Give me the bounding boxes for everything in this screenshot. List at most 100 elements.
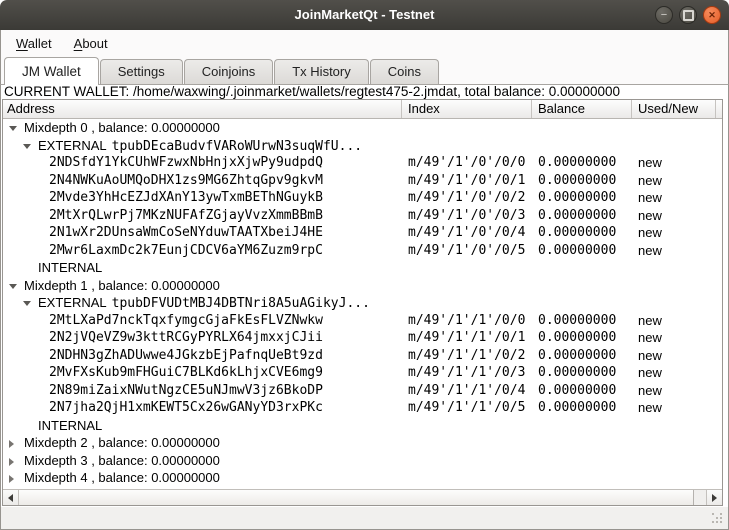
scroll-left-button[interactable] bbox=[3, 490, 19, 505]
index-cell: m/49'/1'/0'/0/1 bbox=[408, 172, 525, 190]
menu-wallet-mnemonic: W bbox=[16, 36, 28, 51]
status-cell: new bbox=[638, 382, 662, 400]
balance-cell: 0.00000000 bbox=[538, 382, 616, 400]
balance-cell: 0.00000000 bbox=[538, 224, 616, 242]
resize-grip-icon[interactable] bbox=[712, 513, 724, 525]
column-header-address[interactable]: Address bbox=[7, 100, 55, 118]
tab-jm-wallet[interactable]: JM Wallet bbox=[4, 57, 99, 85]
status-cell: new bbox=[638, 154, 662, 172]
column-header-index[interactable]: Index bbox=[408, 100, 440, 118]
scroll-right-button[interactable] bbox=[706, 490, 722, 505]
wallet-tree: Address Index Balance Used/New Mixdepth … bbox=[2, 99, 723, 506]
balance-cell: 0.00000000 bbox=[538, 399, 616, 417]
maximize-icon bbox=[683, 10, 694, 21]
tree-row-branch[interactable]: INTERNAL bbox=[3, 417, 722, 435]
branch-xpub: tpubDFVUDtMBJ4DBTNri8A5uAGikyJ... bbox=[112, 296, 370, 311]
menu-about-rest: bout bbox=[82, 36, 107, 51]
index-cell: m/49'/1'/1'/0/1 bbox=[408, 329, 525, 347]
index-cell: m/49'/1'/0'/0/0 bbox=[408, 154, 525, 172]
status-cell: new bbox=[638, 207, 662, 225]
index-cell: m/49'/1'/1'/0/3 bbox=[408, 364, 525, 382]
address-cell: 2N1wXr2DUnsaWmCoSeNYduwTAATXbeiJ4HE bbox=[49, 224, 323, 242]
mixdepth-label: Mixdepth 1 , balance: 0.00000000 bbox=[24, 277, 220, 295]
tree-row-address[interactable]: 2N7jha2QjH1xmKEWT5Cx26wGANyYD3rxPKc m/49'… bbox=[3, 399, 722, 417]
tree-row-mixdepth[interactable]: Mixdepth 3 , balance: 0.00000000 bbox=[3, 452, 722, 470]
tab-settings[interactable]: Settings bbox=[100, 59, 183, 84]
scroll-right-icon bbox=[712, 494, 717, 502]
collapse-arrow-icon[interactable] bbox=[23, 144, 31, 149]
index-cell: m/49'/1'/1'/0/5 bbox=[408, 399, 525, 417]
scrollbar-thumb[interactable] bbox=[19, 490, 694, 505]
tree-row-address[interactable]: 2NDHN3gZhADUwwe4JGkzbEjPafnqUeBt9zd m/49'… bbox=[3, 347, 722, 365]
tab-bar: JM Wallet Settings Coinjoins Tx History … bbox=[0, 56, 729, 84]
address-cell: 2NDHN3gZhADUwwe4JGkzbEjPafnqUeBt9zd bbox=[49, 347, 323, 365]
tree-row-branch[interactable]: INTERNAL bbox=[3, 259, 722, 277]
expand-arrow-icon[interactable] bbox=[9, 458, 14, 466]
tab-coinjoins[interactable]: Coinjoins bbox=[184, 59, 273, 84]
tree-row-address[interactable]: 2N2jVQeVZ9w3kttRCGyPYRLX64jmxxjCJii m/49'… bbox=[3, 329, 722, 347]
tree-row-address[interactable]: 2Mwr6LaxmDc2k7EunjCDCV6aYM6Zuzm9rpCm/49'… bbox=[3, 242, 722, 260]
window-title: JoinMarketQt - Testnet bbox=[0, 0, 729, 30]
mixdepth-label: Mixdepth 3 , balance: 0.00000000 bbox=[24, 452, 220, 470]
close-button[interactable]: ✕ bbox=[703, 6, 721, 24]
column-header-used-new[interactable]: Used/New bbox=[638, 100, 698, 118]
tree-row-branch[interactable]: EXTERNAL tpubDFVUDtMBJ4DBTNri8A5uAGikyJ..… bbox=[3, 294, 722, 312]
tree-row-address[interactable]: 2MtXrQLwrPj7MKzNUFAfZGjayVvzXmmBBmBm/49'… bbox=[3, 207, 722, 225]
collapse-arrow-icon[interactable] bbox=[23, 301, 31, 306]
maximize-button[interactable] bbox=[679, 6, 697, 24]
address-cell: 2NDSfdY1YkCUhWFzwxNbHnjxXjwPy9udpdQ bbox=[49, 154, 323, 172]
wallet-tab-page: CURRENT WALLET: /home/waxwing/.joinmarke… bbox=[0, 84, 729, 507]
branch-xpub: tpubDEcaBudvfVARoWUrwN3suqWfU... bbox=[112, 139, 362, 154]
horizontal-scrollbar[interactable] bbox=[3, 489, 722, 505]
tree-row-mixdepth[interactable]: Mixdepth 2 , balance: 0.00000000 bbox=[3, 434, 722, 452]
minimize-button[interactable]: − bbox=[655, 6, 673, 24]
index-cell: m/49'/1'/1'/0/2 bbox=[408, 347, 525, 365]
tree-row-address[interactable]: 2Mvde3YhHcEZJdXAnY13ywTxmBEThNGuykBm/49'… bbox=[3, 189, 722, 207]
address-cell: 2MtXrQLwrPj7MKzNUFAfZGjayVvzXmmBBmB bbox=[49, 207, 323, 225]
menu-bar: Wallet About bbox=[0, 30, 729, 56]
tree-row-mixdepth[interactable]: Mixdepth 0 , balance: 0.00000000 bbox=[3, 119, 722, 137]
tab-tx-history[interactable]: Tx History bbox=[274, 59, 369, 84]
tree-row-mixdepth[interactable]: Mixdepth 4 , balance: 0.00000000 bbox=[3, 469, 722, 487]
window-controls: − ✕ bbox=[655, 6, 721, 24]
address-cell: 2MtLXaPd7nckTqxfymgcGjaFkEsFLVZNwkw bbox=[49, 312, 323, 330]
tree-row-address[interactable]: 2N1wXr2DUnsaWmCoSeNYduwTAATXbeiJ4HEm/49'… bbox=[3, 224, 722, 242]
tree-row-address[interactable]: 2N4NWKuAoUMQoDHX1zs9MG6ZhtqGpv9gkvMm/49'… bbox=[3, 172, 722, 190]
tree-row-address[interactable]: 2N89miZaixNWutNgzCE5uNJmwV3jz6BkoDPm/49'… bbox=[3, 382, 722, 400]
tree-row-address[interactable]: 2MvFXsKub9mFHGuiC7BLKd6kLhjxCVE6mg9 m/49'… bbox=[3, 364, 722, 382]
menu-about[interactable]: About bbox=[63, 33, 119, 54]
status-cell: new bbox=[638, 347, 662, 365]
address-cell: 2MvFXsKub9mFHGuiC7BLKd6kLhjxCVE6mg9 bbox=[49, 364, 323, 382]
column-divider[interactable] bbox=[715, 100, 716, 118]
tab-coins[interactable]: Coins bbox=[370, 59, 439, 84]
status-cell: new bbox=[638, 364, 662, 382]
tree-row-mixdepth[interactable]: Mixdepth 1 , balance: 0.00000000 bbox=[3, 277, 722, 295]
column-divider[interactable] bbox=[631, 100, 632, 118]
balance-cell: 0.00000000 bbox=[538, 172, 616, 190]
tree-row-branch[interactable]: EXTERNALtpubDEcaBudvfVARoWUrwN3suqWfU... bbox=[3, 137, 722, 155]
index-cell: m/49'/1'/0'/0/5 bbox=[408, 242, 525, 260]
menu-wallet[interactable]: Wallet bbox=[5, 33, 63, 54]
mixdepth-label: Mixdepth 0 , balance: 0.00000000 bbox=[24, 119, 220, 137]
window-titlebar[interactable]: JoinMarketQt - Testnet − ✕ bbox=[0, 0, 729, 31]
collapse-arrow-icon[interactable] bbox=[9, 126, 17, 131]
address-cell: 2N2jVQeVZ9w3kttRCGyPYRLX64jmxxjCJii bbox=[49, 329, 323, 347]
close-icon: ✕ bbox=[708, 11, 716, 20]
status-cell: new bbox=[638, 329, 662, 347]
branch-label: EXTERNAL bbox=[38, 294, 107, 312]
status-cell: new bbox=[638, 189, 662, 207]
tree-row-address[interactable]: 2NDSfdY1YkCUhWFzwxNbHnjxXjwPy9udpdQ m/49'… bbox=[3, 154, 722, 172]
tree-row-address[interactable]: 2MtLXaPd7nckTqxfymgcGjaFkEsFLVZNwkwm/49'… bbox=[3, 312, 722, 330]
expand-arrow-icon[interactable] bbox=[9, 475, 14, 483]
column-header-balance[interactable]: Balance bbox=[538, 100, 585, 118]
expand-arrow-icon[interactable] bbox=[9, 440, 14, 448]
current-wallet-banner: CURRENT WALLET: /home/waxwing/.joinmarke… bbox=[4, 85, 726, 99]
scrollbar-track[interactable] bbox=[694, 490, 706, 505]
column-divider[interactable] bbox=[531, 100, 532, 118]
address-cell: 2N7jha2QjH1xmKEWT5Cx26wGANyYD3rxPKc bbox=[49, 399, 323, 417]
status-cell: new bbox=[638, 172, 662, 190]
column-divider[interactable] bbox=[401, 100, 402, 118]
balance-cell: 0.00000000 bbox=[538, 312, 616, 330]
mixdepth-label: Mixdepth 2 , balance: 0.00000000 bbox=[24, 434, 220, 452]
collapse-arrow-icon[interactable] bbox=[9, 284, 17, 289]
